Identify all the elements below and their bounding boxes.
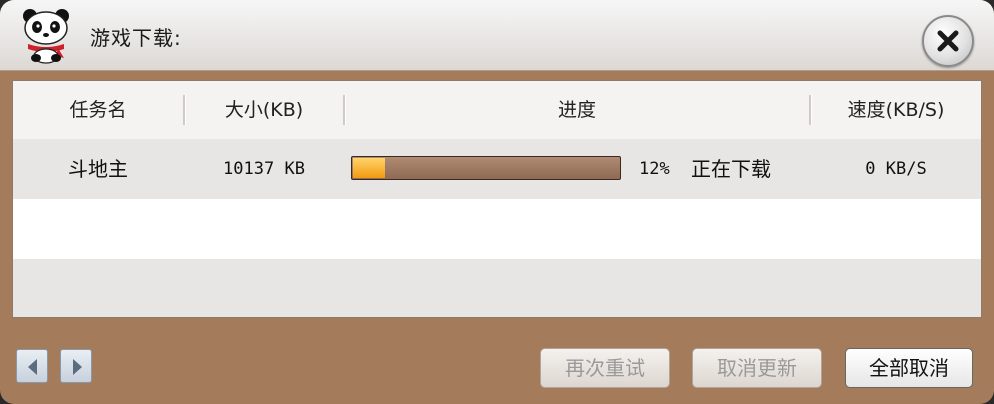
progress-percent: 12% — [639, 159, 670, 179]
task-name: 斗地主 — [68, 157, 128, 181]
column-header-name: 任务名 — [69, 99, 127, 121]
triangle-left-icon — [28, 359, 37, 375]
table-header: 任务名 大小(KB) 进度 速度(KB/S) — [13, 81, 981, 140]
cancel-update-button[interactable]: 取消更新 — [692, 348, 822, 388]
download-table: 任务名 大小(KB) 进度 速度(KB/S) 斗地主 10137 KB 12% … — [12, 80, 982, 318]
window-title: 游戏下载: — [90, 26, 182, 50]
previous-page-button[interactable] — [16, 349, 48, 383]
column-header-speed: 速度(KB/S) — [847, 99, 945, 121]
title-bar: 游戏下载: — [0, 0, 994, 71]
column-header-progress: 进度 — [557, 99, 596, 121]
column-header-size: 大小(KB) — [224, 99, 304, 121]
download-status: 正在下载 — [691, 157, 771, 181]
close-button[interactable] — [922, 15, 974, 67]
table-row[interactable]: 斗地主 10137 KB 12% 正在下载 0 KB/S — [13, 139, 981, 199]
progress-bar-fill — [353, 158, 385, 178]
table-row-empty — [13, 199, 981, 259]
task-size: 10137 KB — [223, 159, 305, 179]
triangle-right-icon — [73, 359, 82, 375]
table-row-empty — [13, 259, 981, 317]
task-speed: 0 KB/S — [865, 159, 927, 179]
progress-bar — [351, 156, 621, 180]
download-window: 游戏下载: 任务名 大小(KB) 进度 速度(KB/S) 斗地主 10137 K… — [0, 0, 994, 404]
retry-button[interactable]: 再次重试 — [540, 348, 670, 388]
cancel-all-button[interactable]: 全部取消 — [845, 348, 973, 388]
close-icon — [937, 30, 959, 52]
next-page-button[interactable] — [60, 349, 92, 383]
panda-icon — [18, 6, 74, 64]
